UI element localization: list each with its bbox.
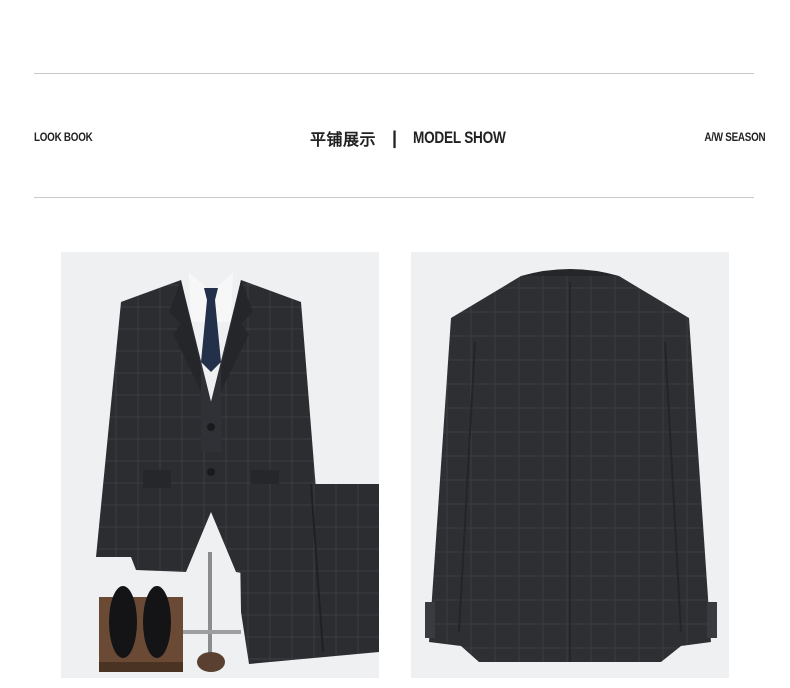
title-separator: | — [392, 127, 398, 148]
title-english: MODEL SHOW — [413, 128, 506, 147]
bottom-divider — [34, 197, 754, 198]
suit-front-image — [96, 272, 379, 672]
title-chinese: 平铺展示 — [310, 130, 377, 149]
look-book-label: LOOK BOOK — [34, 130, 93, 144]
season-label: A/W SEASON — [704, 130, 765, 144]
suit-back-photo — [411, 252, 729, 678]
section-title: 平铺展示 | MODEL SHOW — [310, 125, 529, 151]
suit-front-photo — [61, 252, 379, 678]
suit-back-image — [425, 269, 717, 662]
top-divider — [34, 73, 754, 74]
section-header: LOOK BOOK 平铺展示 | MODEL SHOW A/W SEASON — [34, 120, 765, 154]
